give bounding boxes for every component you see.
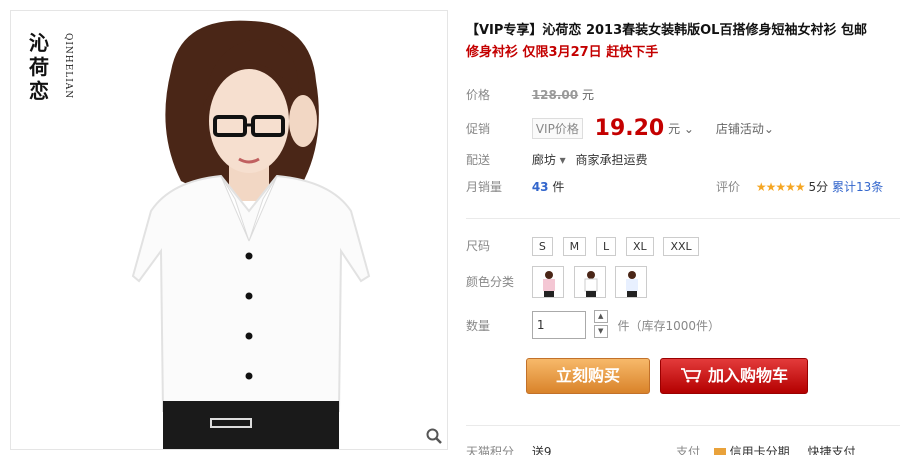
- add-to-cart-label: 加入购物车: [707, 366, 788, 385]
- product-title-block: 【VIP专享】沁荷恋 2013春装女装韩版OL百搭修身短袖女衬衫 包邮 修身衬衫…: [466, 22, 900, 62]
- quantity-down-button[interactable]: ▼: [593, 325, 608, 338]
- size-option-m[interactable]: M: [562, 237, 587, 256]
- brand-name-cn: 沁荷恋: [29, 31, 49, 103]
- rating-stars: ★★★★★: [755, 180, 806, 194]
- list-price-row: 价格 128.00 元: [466, 86, 594, 103]
- vip-tag: VIP价格: [531, 118, 583, 139]
- review-count-link[interactable]: 累计13条: [832, 180, 883, 194]
- footer-row: 天猫积分 送9 支付 信用卡分期 快捷支付: [466, 443, 900, 455]
- rating-label: 评价: [716, 180, 741, 194]
- promo-price-unit: 元: [668, 122, 681, 136]
- size-label: 尺码: [466, 239, 491, 253]
- list-price: 128.00: [531, 88, 579, 102]
- cart-icon: [680, 368, 702, 383]
- points-value: 送9: [531, 445, 552, 455]
- promo-label: 促销: [466, 122, 491, 136]
- shipping-label: 配送: [466, 153, 491, 167]
- chevron-down-icon: ⌄: [763, 122, 774, 136]
- shipping-origin: 廊坊: [531, 153, 556, 167]
- divider: [466, 425, 900, 426]
- quantity-up-button[interactable]: ▲: [593, 310, 608, 323]
- shipping-origin-dropdown[interactable]: 廊坊 ▾: [532, 153, 566, 167]
- promo-price: 19.20: [594, 116, 665, 141]
- product-title: 【VIP专享】沁荷恋 2013春装女装韩版OL百搭修身短袖女衬衫 包邮: [466, 23, 867, 38]
- list-price-unit: 元: [581, 88, 594, 102]
- rating-score: 5分: [808, 180, 829, 194]
- size-option-xxl[interactable]: XXL: [663, 237, 699, 256]
- model-photo: [131, 20, 371, 449]
- sales-count: 43: [531, 180, 549, 194]
- sales-unit: 件: [552, 180, 565, 194]
- size-option-l[interactable]: L: [595, 237, 617, 256]
- zoom-icon[interactable]: [425, 427, 443, 445]
- color-label: 颜色分类: [466, 274, 515, 289]
- credit-pay: 信用卡分期: [729, 445, 790, 455]
- brand-name-pinyin: QINHELIAN: [63, 33, 73, 100]
- sales-label: 月销量: [466, 180, 503, 194]
- shipping-row: 配送 廊坊 ▾ 商家承担运费: [466, 151, 648, 168]
- color-row: 颜色分类: [466, 266, 653, 298]
- quantity-label: 数量: [466, 318, 491, 333]
- list-price-label: 价格: [466, 88, 491, 102]
- size-option-xl[interactable]: XL: [625, 237, 654, 256]
- divider: [466, 218, 900, 219]
- card-icon: [713, 448, 726, 455]
- promo-price-row: 促销 VIP价格 19.20 元 ⌄ 店铺活动⌄: [466, 116, 886, 141]
- sales-row: 月销量 43 件 评价 ★★★★★ 5分 累计13条: [466, 178, 886, 195]
- chevron-down-icon[interactable]: ⌄: [684, 122, 694, 136]
- product-image[interactable]: 沁荷恋 QINHELIAN: [10, 10, 448, 450]
- add-to-cart-button[interactable]: 加入购物车: [660, 358, 808, 394]
- stock-note: 件（库存1000件）: [617, 318, 721, 333]
- points-label: 天猫积分: [466, 445, 515, 455]
- color-option-2[interactable]: [573, 266, 606, 298]
- size-option-s[interactable]: S: [531, 237, 553, 256]
- size-row: 尺码 S M L XL XXL: [466, 237, 705, 256]
- store-activity-label: 店铺活动: [715, 122, 764, 136]
- color-option-3[interactable]: [615, 266, 648, 298]
- chevron-down-icon: ▾: [559, 153, 566, 167]
- shipping-fee-note: 商家承担运费: [575, 153, 648, 167]
- quick-pay: 快捷支付: [807, 445, 856, 455]
- quantity-stepper: ▲ ▼: [593, 310, 608, 340]
- product-subtitle: 修身衬衫 仅限3月27日 赶快下手: [466, 45, 659, 60]
- color-option-1[interactable]: [531, 266, 564, 298]
- pay-label: 支付: [676, 445, 701, 455]
- brand-logo: 沁荷恋 QINHELIAN: [29, 31, 89, 121]
- store-activity-dropdown[interactable]: 店铺活动⌄: [716, 122, 774, 136]
- buy-now-button[interactable]: 立刻购买: [526, 358, 650, 394]
- quantity-row: 数量 1 ▲ ▼ 件（库存1000件）: [466, 310, 720, 340]
- quantity-input[interactable]: 1: [531, 311, 586, 339]
